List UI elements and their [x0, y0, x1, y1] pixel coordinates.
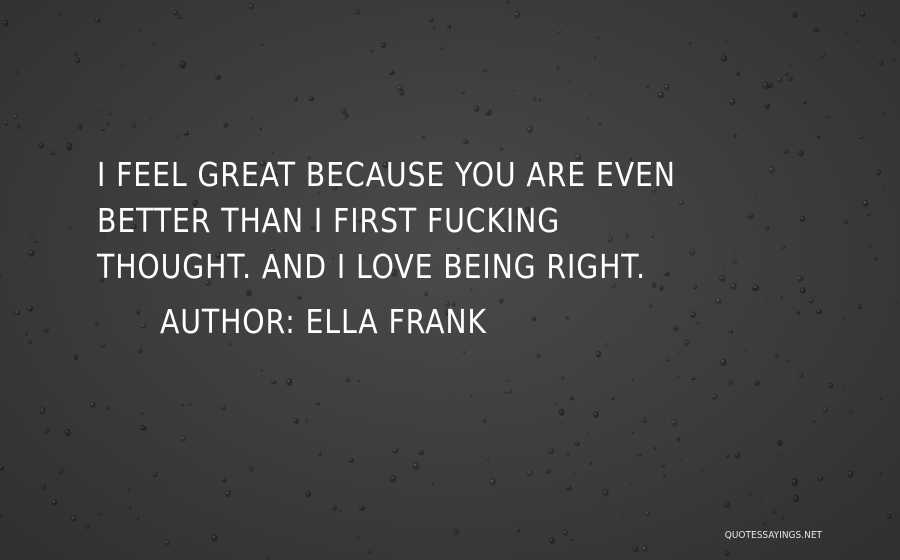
quote-author: AUTHOR: ELLA FRANK [160, 302, 487, 341]
quote-image: I feel great because you are even better… [0, 0, 900, 560]
site-watermark: QUOTESSAYINGS.NET [724, 530, 822, 541]
quote-text: I feel great because you are even better… [97, 155, 676, 286]
